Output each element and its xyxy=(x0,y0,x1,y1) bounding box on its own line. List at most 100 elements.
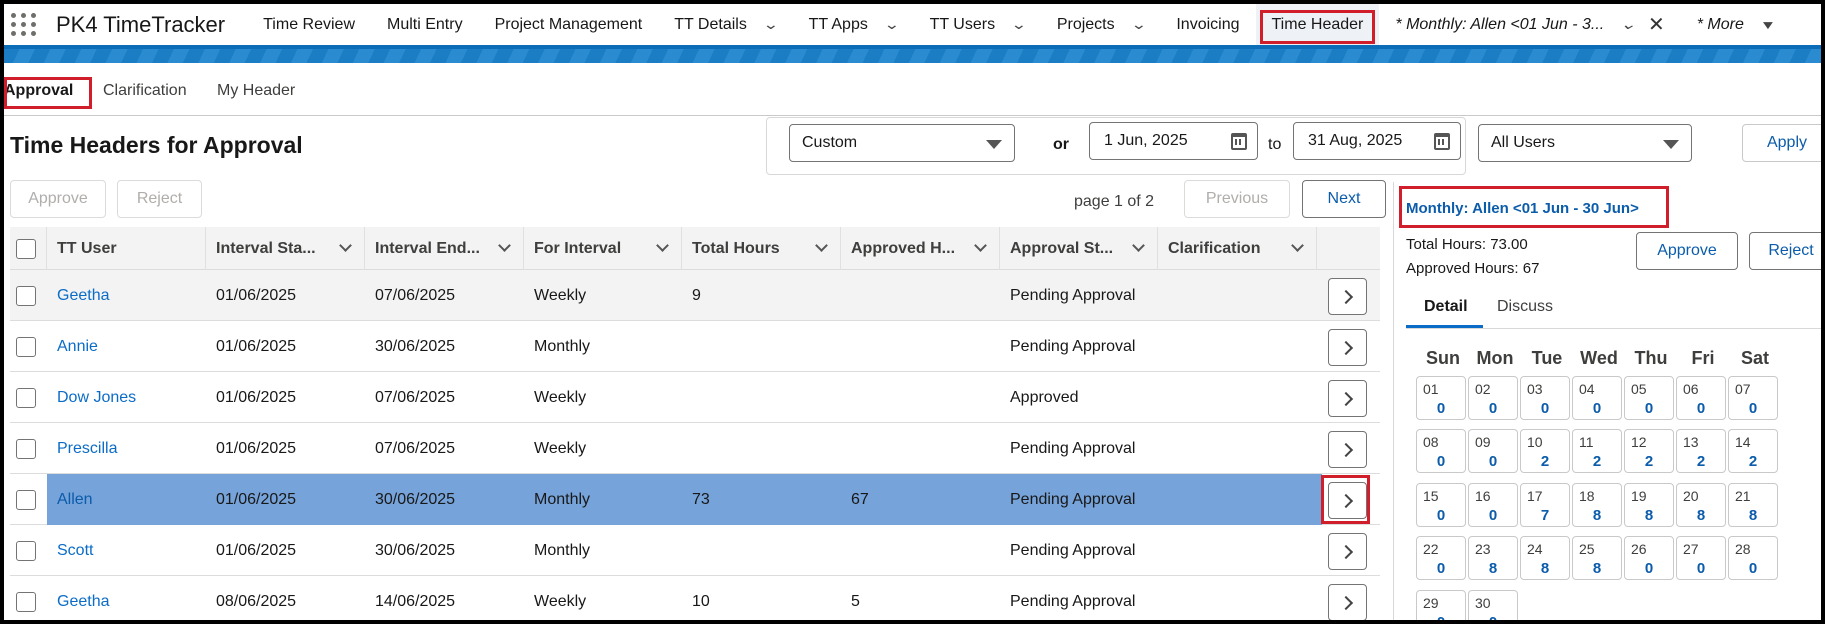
calendar-day[interactable]: 07 0 xyxy=(1728,376,1778,420)
calendar-day[interactable]: 09 0 xyxy=(1468,429,1518,473)
row-checkbox[interactable] xyxy=(16,591,36,612)
cell-tt-user[interactable]: Allen xyxy=(57,474,93,525)
app-launcher-icon[interactable] xyxy=(10,11,38,39)
calendar-day[interactable]: 18 8 xyxy=(1572,483,1622,527)
table-row[interactable]: Geetha 01/06/2025 07/06/2025 Weekly 9 Pending… xyxy=(10,270,1380,321)
close-icon[interactable]: ✕ xyxy=(1648,12,1665,37)
row-open-button[interactable] xyxy=(1328,584,1367,620)
chevron-down-icon[interactable]: ⌄ xyxy=(762,16,778,33)
col-approval-status[interactable]: Approval St... xyxy=(1000,227,1158,270)
chevron-down-icon[interactable]: ⌄ xyxy=(1130,16,1146,33)
tab-discuss[interactable]: Discuss xyxy=(1497,298,1553,316)
cell-tt-user[interactable]: Geetha xyxy=(57,270,109,321)
row-open-button[interactable] xyxy=(1328,482,1367,519)
nav-monthly-allen-tab[interactable]: * Monthly: Allen <01 Jun - 3... ⌄ ✕ xyxy=(1379,4,1680,45)
calendar-day[interactable]: 13 2 xyxy=(1676,429,1726,473)
row-open-button[interactable] xyxy=(1328,380,1367,417)
chevron-down-icon[interactable] xyxy=(656,239,669,252)
calendar-day[interactable]: 23 8 xyxy=(1468,536,1518,580)
apply-button[interactable]: Apply xyxy=(1742,124,1821,162)
row-checkbox[interactable] xyxy=(16,489,36,510)
tab-approval[interactable]: Approval xyxy=(4,82,73,100)
calendar-day[interactable]: 11 2 xyxy=(1572,429,1622,473)
col-interval-start[interactable]: Interval Sta... xyxy=(206,227,365,270)
previous-button[interactable]: Previous xyxy=(1184,180,1290,218)
calendar-day[interactable]: 06 0 xyxy=(1676,376,1726,420)
table-row[interactable]: Annie 01/06/2025 30/06/2025 Monthly Pending … xyxy=(10,321,1380,372)
detail-reject-button[interactable]: Reject xyxy=(1749,232,1821,270)
calendar-day[interactable]: 22 0 xyxy=(1416,536,1466,580)
calendar-day[interactable]: 08 0 xyxy=(1416,429,1466,473)
chevron-down-icon[interactable]: ⌄ xyxy=(1011,16,1027,33)
row-checkbox[interactable] xyxy=(16,387,36,408)
calendar-day[interactable]: 12 2 xyxy=(1624,429,1674,473)
calendar-day[interactable]: 28 0 xyxy=(1728,536,1778,580)
row-open-button[interactable] xyxy=(1328,329,1367,366)
nav-tt-users[interactable]: TT Users ⌄ xyxy=(914,4,1041,45)
chevron-down-icon[interactable] xyxy=(339,239,352,252)
cell-tt-user[interactable]: Scott xyxy=(57,525,93,576)
calendar-day[interactable]: 10 2 xyxy=(1520,429,1570,473)
calendar-day[interactable]: 05 0 xyxy=(1624,376,1674,420)
calendar-day[interactable]: 21 8 xyxy=(1728,483,1778,527)
row-checkbox[interactable] xyxy=(16,336,36,357)
cell-tt-user[interactable]: Geetha xyxy=(57,576,109,620)
calendar-day[interactable]: 16 0 xyxy=(1468,483,1518,527)
row-open-button[interactable] xyxy=(1328,278,1367,315)
from-date-input[interactable]: 1 Jun, 2025 xyxy=(1089,122,1258,160)
cell-tt-user[interactable]: Dow Jones xyxy=(57,372,136,423)
calendar-day[interactable]: 27 0 xyxy=(1676,536,1726,580)
col-total-hours[interactable]: Total Hours xyxy=(682,227,841,270)
calendar-day[interactable]: 30 0 xyxy=(1468,590,1518,620)
tab-clarification[interactable]: Clarification xyxy=(103,82,187,100)
table-row[interactable]: Prescilla 01/06/2025 07/06/2025 Weekly Pendi… xyxy=(10,423,1380,474)
calendar-day[interactable]: 15 0 xyxy=(1416,483,1466,527)
approve-button[interactable]: Approve xyxy=(10,180,106,218)
calendar-day[interactable]: 14 2 xyxy=(1728,429,1778,473)
to-date-input[interactable]: 31 Aug, 2025 xyxy=(1293,122,1461,160)
col-interval-end[interactable]: Interval End... xyxy=(365,227,524,270)
calendar-day[interactable]: 03 0 xyxy=(1520,376,1570,420)
col-for-interval[interactable]: For Interval xyxy=(524,227,682,270)
calendar-day[interactable]: 24 8 xyxy=(1520,536,1570,580)
nav-tt-apps[interactable]: TT Apps ⌄ xyxy=(793,4,914,45)
chevron-down-icon[interactable] xyxy=(498,239,511,252)
next-button[interactable]: Next xyxy=(1302,180,1386,218)
row-open-button[interactable] xyxy=(1328,533,1367,570)
reject-button[interactable]: Reject xyxy=(117,180,202,218)
col-tt-user[interactable]: TT User xyxy=(47,227,206,270)
calendar-day[interactable]: 26 0 xyxy=(1624,536,1674,580)
tab-detail[interactable]: Detail xyxy=(1424,298,1468,316)
table-row[interactable]: Allen 01/06/2025 30/06/2025 Monthly 73 67 Pend… xyxy=(10,474,1380,525)
col-approved-hours[interactable]: Approved H... xyxy=(841,227,1000,270)
chevron-down-icon[interactable] xyxy=(1291,239,1304,252)
row-checkbox[interactable] xyxy=(16,438,36,459)
nav-multi-entry[interactable]: Multi Entry xyxy=(371,4,479,45)
table-row[interactable]: Scott 01/06/2025 30/06/2025 Monthly Pending … xyxy=(10,525,1380,576)
calendar-day[interactable]: 29 0 xyxy=(1416,590,1466,620)
nav-projects[interactable]: Projects ⌄ xyxy=(1041,4,1161,45)
cell-tt-user[interactable]: Prescilla xyxy=(57,423,117,474)
table-row[interactable]: Geetha 08/06/2025 14/06/2025 Weekly 10 5 Pendi… xyxy=(10,576,1380,620)
users-select[interactable]: All Users xyxy=(1478,124,1692,162)
row-checkbox[interactable] xyxy=(16,285,36,306)
calendar-day[interactable]: 01 0 xyxy=(1416,376,1466,420)
chevron-down-icon[interactable]: ⌄ xyxy=(884,16,900,33)
calendar-day[interactable]: 04 0 xyxy=(1572,376,1622,420)
nav-time-review[interactable]: Time Review xyxy=(247,4,371,45)
calendar-day[interactable]: 02 0 xyxy=(1468,376,1518,420)
row-open-button[interactable] xyxy=(1328,431,1367,468)
chevron-down-icon[interactable]: ⌄ xyxy=(1620,16,1636,33)
calendar-day[interactable]: 20 8 xyxy=(1676,483,1726,527)
calendar-day[interactable]: 17 7 xyxy=(1520,483,1570,527)
nav-project-management[interactable]: Project Management xyxy=(479,4,659,45)
cell-tt-user[interactable]: Annie xyxy=(57,321,98,372)
calendar-icon[interactable] xyxy=(1434,133,1450,150)
calendar-day[interactable]: 19 8 xyxy=(1624,483,1674,527)
caret-down-icon[interactable]: ▼ xyxy=(1759,18,1776,32)
col-clarification[interactable]: Clarification xyxy=(1158,227,1317,270)
chevron-down-icon[interactable] xyxy=(1132,239,1145,252)
detail-title-link[interactable]: Monthly: Allen <01 Jun - 30 Jun> xyxy=(1406,200,1639,217)
date-range-select[interactable]: Custom xyxy=(789,124,1015,162)
nav-time-header[interactable]: Time Header xyxy=(1255,4,1380,45)
